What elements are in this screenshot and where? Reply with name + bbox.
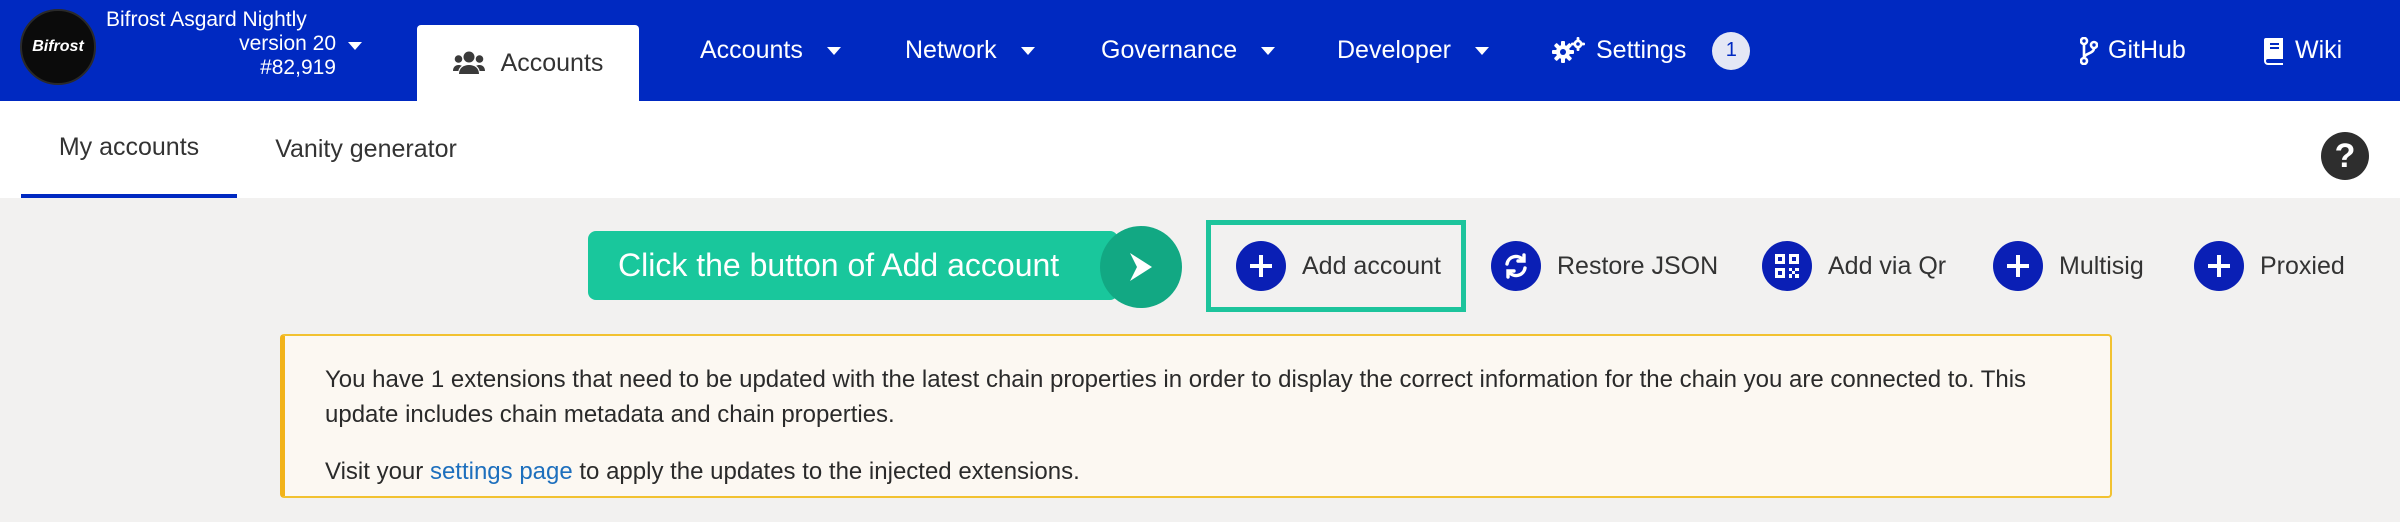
settings-page-link[interactable]: settings page: [430, 458, 573, 485]
help-icon[interactable]: ?: [2321, 132, 2369, 180]
active-tab-label: Accounts: [500, 48, 604, 77]
action-label: Multisig: [2059, 251, 2144, 280]
users-icon: [452, 51, 485, 74]
action-label: Proxied: [2260, 251, 2345, 280]
plus-icon: [1236, 241, 1286, 291]
warning-prefix: Visit your: [325, 458, 430, 485]
extension-update-warning: You have 1 extensions that need to be up…: [280, 334, 2112, 498]
code-branch-icon: [2080, 36, 2098, 65]
chain-selector[interactable]: Bifrost Asgard Nightly version 20 #82,91…: [106, 8, 366, 80]
logo-text: Bifrost: [32, 38, 84, 55]
tab-vanity-generator[interactable]: Vanity generator: [256, 101, 476, 198]
chain-version: version 20: [239, 32, 336, 55]
nav-label: Governance: [1101, 36, 1238, 64]
callout-text: Click the button of Add account: [618, 247, 1060, 283]
top-nav-bar: Bifrost Bifrost Asgard Nightly version 2…: [0, 0, 2400, 101]
proxied-button[interactable]: Proxied: [2194, 239, 2345, 293]
nav-accounts[interactable]: Accounts: [700, 0, 841, 101]
nav-label: Wiki: [2295, 36, 2343, 64]
tab-label: Vanity generator: [275, 135, 457, 163]
chevron-down-icon: [1261, 46, 1276, 55]
action-label: Restore JSON: [1557, 251, 1719, 280]
book-icon: [2264, 37, 2283, 65]
bifrost-logo[interactable]: Bifrost: [20, 9, 96, 85]
notification-badge: 1: [1712, 31, 1751, 70]
nav-label: GitHub: [2108, 36, 2186, 64]
sub-tabs-bar: My accounts Vanity generator: [0, 101, 2400, 198]
tab-accounts-active[interactable]: Accounts: [417, 25, 639, 101]
sync-icon: [1491, 241, 1541, 291]
nav-settings[interactable]: Settings 1: [1552, 0, 1751, 101]
tab-my-accounts[interactable]: My accounts: [21, 101, 237, 198]
nav-label: Settings: [1596, 36, 1687, 64]
multisig-button[interactable]: Multisig: [1993, 239, 2144, 293]
nav-label: Developer: [1337, 36, 1451, 64]
add-account-button[interactable]: Add account: [1236, 239, 1441, 293]
action-label: Add account: [1302, 251, 1441, 280]
chevron-down-icon: [826, 46, 841, 55]
warning-settings-line: Visit your settings page to apply the up…: [325, 454, 2070, 489]
tab-label: My accounts: [58, 133, 200, 161]
nav-network[interactable]: Network: [905, 0, 1035, 101]
action-label: Add via Qr: [1828, 251, 1947, 280]
nav-label: Accounts: [700, 36, 803, 64]
chevron-down-icon: [1474, 46, 1489, 55]
nav-label: Network: [905, 36, 997, 64]
restore-json-button[interactable]: Restore JSON: [1491, 239, 1718, 293]
chevron-down-icon[interactable]: [348, 42, 362, 50]
plus-icon: [2194, 241, 2244, 291]
cogs-icon: [1552, 36, 1585, 63]
chain-name: Bifrost Asgard Nightly: [106, 8, 307, 31]
tutorial-callout: Click the button of Add account: [588, 231, 1118, 300]
nav-governance[interactable]: Governance: [1101, 0, 1276, 101]
chevron-down-icon: [1020, 46, 1035, 55]
arrow-right-icon: [1100, 226, 1182, 308]
qrcode-icon: [1762, 241, 1812, 291]
nav-wiki[interactable]: Wiki: [2263, 0, 2342, 101]
warning-text: You have 1 extensions that need to be up…: [325, 366, 2027, 428]
plus-icon: [1993, 241, 2043, 291]
add-via-qr-button[interactable]: Add via Qr: [1762, 239, 1946, 293]
block-number: #82,919: [260, 56, 336, 79]
warning-suffix: to apply the updates to the injected ext…: [572, 458, 1080, 485]
nav-github[interactable]: GitHub: [2080, 0, 2186, 101]
nav-developer[interactable]: Developer: [1337, 0, 1489, 101]
